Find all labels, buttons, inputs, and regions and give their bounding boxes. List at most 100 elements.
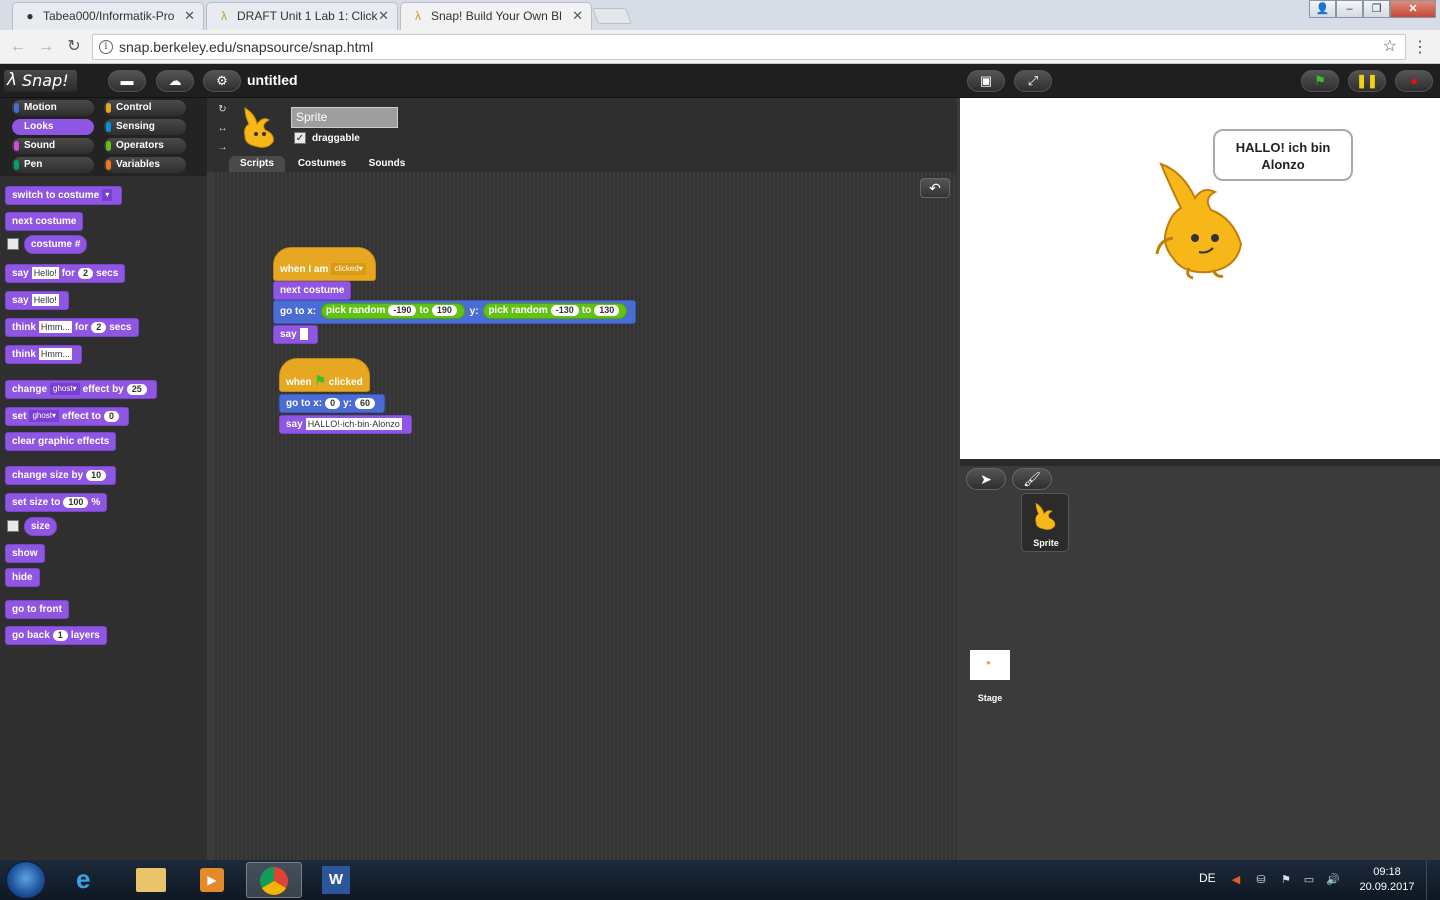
block-say[interactable]: say — [273, 325, 318, 344]
block-go-to-xy[interactable]: go to x: 0 y: 60 — [279, 394, 386, 413]
tab-close-icon[interactable]: ✕ — [184, 8, 195, 24]
block-clear-graphic-effects[interactable]: clear graphic effects — [5, 432, 117, 451]
watcher-checkbox[interactable] — [7, 238, 19, 250]
text-slot[interactable]: Hello! — [31, 267, 59, 280]
project-menu-button[interactable]: ▬ — [108, 70, 146, 92]
tab-close-icon[interactable]: ✕ — [572, 8, 583, 24]
action-center-flag-icon[interactable]: ⚑ — [1279, 873, 1293, 887]
text-slot[interactable] — [299, 328, 308, 341]
interaction-dropdown[interactable]: clicked▾ — [331, 263, 366, 276]
number-slot[interactable]: 1 — [52, 629, 68, 641]
rotation-left-right-icon[interactable]: ↔ — [216, 122, 229, 135]
block-set-size[interactable]: set size to 100% — [5, 493, 108, 512]
browser-tab-github[interactable]: ● Tabea000/Informatik-Pro ✕ — [12, 2, 204, 30]
bookmark-star-icon[interactable]: ☆ — [1383, 35, 1397, 59]
close-window-button[interactable]: ✕ — [1390, 0, 1436, 18]
effect-dropdown[interactable]: ghost▾ — [29, 410, 60, 423]
block-think[interactable]: think Hmm... — [5, 345, 82, 364]
block-say[interactable]: say HALLO!·ich·bin·Alonzo — [279, 415, 412, 434]
settings-button[interactable]: ⚙ — [203, 70, 241, 92]
maximize-button[interactable]: ❐ — [1363, 0, 1390, 18]
text-slot[interactable]: Hmm... — [38, 321, 72, 334]
text-slot[interactable]: Hmm... — [38, 348, 72, 361]
tab-scripts[interactable]: Scripts — [229, 156, 285, 172]
paint-new-sprite-button[interactable]: 🖌 — [1012, 468, 1052, 490]
block-change-effect[interactable]: change ghost▾ effect by 25 — [5, 380, 157, 399]
category-pen[interactable]: Pen — [12, 157, 94, 173]
browser-menu-icon[interactable]: ⋮ — [1412, 37, 1428, 57]
number-slot[interactable]: 190 — [431, 305, 457, 317]
block-think-for-secs[interactable]: think Hmm... for 2 secs — [5, 318, 139, 337]
stage-size-button[interactable]: ▣ — [967, 70, 1005, 92]
system-clock[interactable]: 09:18 20.09.2017 — [1352, 865, 1422, 895]
profile-icon[interactable]: 👤 — [1309, 0, 1336, 18]
number-slot[interactable]: 25 — [126, 383, 147, 395]
block-go-back-layers[interactable]: go back 1 layers — [5, 626, 107, 645]
category-looks[interactable]: Looks — [12, 119, 94, 135]
sprite-icon-sprite[interactable]: Sprite — [1021, 493, 1069, 552]
costume-dropdown[interactable]: ▾ — [102, 189, 113, 202]
text-slot[interactable]: HALLO!·ich·bin·Alonzo — [305, 418, 402, 431]
reload-icon[interactable]: ↻ — [64, 37, 84, 57]
hat-when-i-am-clicked[interactable]: when I am clicked▾ — [273, 247, 376, 281]
new-tab-button[interactable] — [592, 8, 632, 24]
presentation-mode-button[interactable]: ⤢ — [1014, 70, 1052, 92]
back-icon[interactable]: ← — [8, 37, 28, 57]
taskbar-word[interactable]: W — [308, 862, 364, 898]
stage[interactable]: HALLO! ich bin Alonzo — [960, 98, 1440, 459]
show-desktop-button[interactable] — [1426, 860, 1440, 900]
block-pick-random[interactable]: pick random -130 to 130 — [483, 303, 628, 320]
text-slot[interactable]: Hello! — [31, 294, 59, 307]
site-info-icon[interactable]: i — [99, 40, 113, 54]
hat-when-green-flag-clicked[interactable]: when ⚑ clicked — [279, 358, 370, 392]
number-slot[interactable]: 100 — [63, 496, 89, 508]
sprite-name-field[interactable]: Sprite — [291, 107, 398, 128]
category-motion[interactable]: Motion — [12, 100, 94, 116]
block-switch-to-costume[interactable]: switch to costume ▾ — [5, 186, 123, 205]
snap-logo[interactable]: λ Snap! — [4, 70, 77, 92]
block-change-size[interactable]: change size by 10 — [5, 466, 117, 485]
cloud-button[interactable]: ☁ — [156, 70, 194, 92]
add-turtle-sprite-button[interactable]: ➤ — [966, 468, 1006, 490]
browser-tab-draft-unit[interactable]: λ DRAFT Unit 1 Lab 1: Click ✕ — [206, 2, 398, 30]
number-slot[interactable]: 130 — [594, 305, 620, 317]
number-slot[interactable]: 10 — [86, 469, 107, 481]
block-next-costume[interactable]: next costume — [273, 281, 352, 300]
number-slot[interactable]: -190 — [388, 305, 417, 317]
block-set-effect[interactable]: set ghost▾ effect to 0 — [5, 407, 129, 426]
tab-close-icon[interactable]: ✕ — [378, 8, 389, 24]
input-language[interactable]: DE — [1199, 871, 1216, 885]
green-flag-button[interactable]: ⚑ — [1301, 70, 1339, 92]
rotation-any-icon[interactable]: ↻ — [216, 103, 229, 116]
address-bar[interactable]: i snap.berkeley.edu/snapsource/snap.html… — [92, 34, 1406, 60]
number-slot[interactable]: 2 — [91, 321, 107, 333]
power-icon[interactable]: ▭ — [1302, 873, 1316, 887]
tab-costumes[interactable]: Costumes — [291, 156, 353, 172]
taskbar-chrome[interactable] — [246, 862, 302, 898]
block-size-reporter[interactable]: size — [24, 517, 57, 536]
forward-icon[interactable]: → — [36, 37, 56, 57]
number-slot[interactable]: 60 — [355, 397, 376, 409]
draggable-checkbox[interactable]: ✓ — [294, 132, 306, 144]
tab-sounds[interactable]: Sounds — [361, 156, 413, 172]
block-show[interactable]: show — [5, 544, 45, 563]
browser-tab-snap[interactable]: λ Snap! Build Your Own Bl ✕ — [400, 2, 592, 30]
script-area[interactable]: ↶ when I am clicked▾ next costume go to x… — [213, 172, 957, 860]
volume-icon[interactable]: 🔊 — [1326, 873, 1340, 887]
category-operators[interactable]: Operators — [104, 138, 186, 154]
taskbar-internet-explorer[interactable]: e — [62, 862, 118, 898]
undo-button[interactable]: ↶ — [920, 178, 950, 198]
category-control[interactable]: Control — [104, 100, 186, 116]
number-slot[interactable]: 0 — [325, 397, 341, 409]
start-button[interactable] — [6, 861, 46, 899]
number-slot[interactable]: -130 — [550, 305, 579, 317]
block-costume-number[interactable]: costume # — [24, 235, 88, 254]
block-say[interactable]: say Hello! — [5, 291, 69, 310]
stop-button[interactable]: ● — [1395, 70, 1433, 92]
number-slot[interactable]: 2 — [78, 267, 94, 279]
category-sensing[interactable]: Sensing — [104, 119, 186, 135]
block-say-for-secs[interactable]: say Hello! for 2 secs — [5, 264, 126, 283]
block-go-to-front[interactable]: go to front — [5, 600, 69, 619]
network-status-icon[interactable]: ⛁ — [1254, 873, 1268, 887]
minimize-button[interactable]: – — [1336, 0, 1363, 18]
